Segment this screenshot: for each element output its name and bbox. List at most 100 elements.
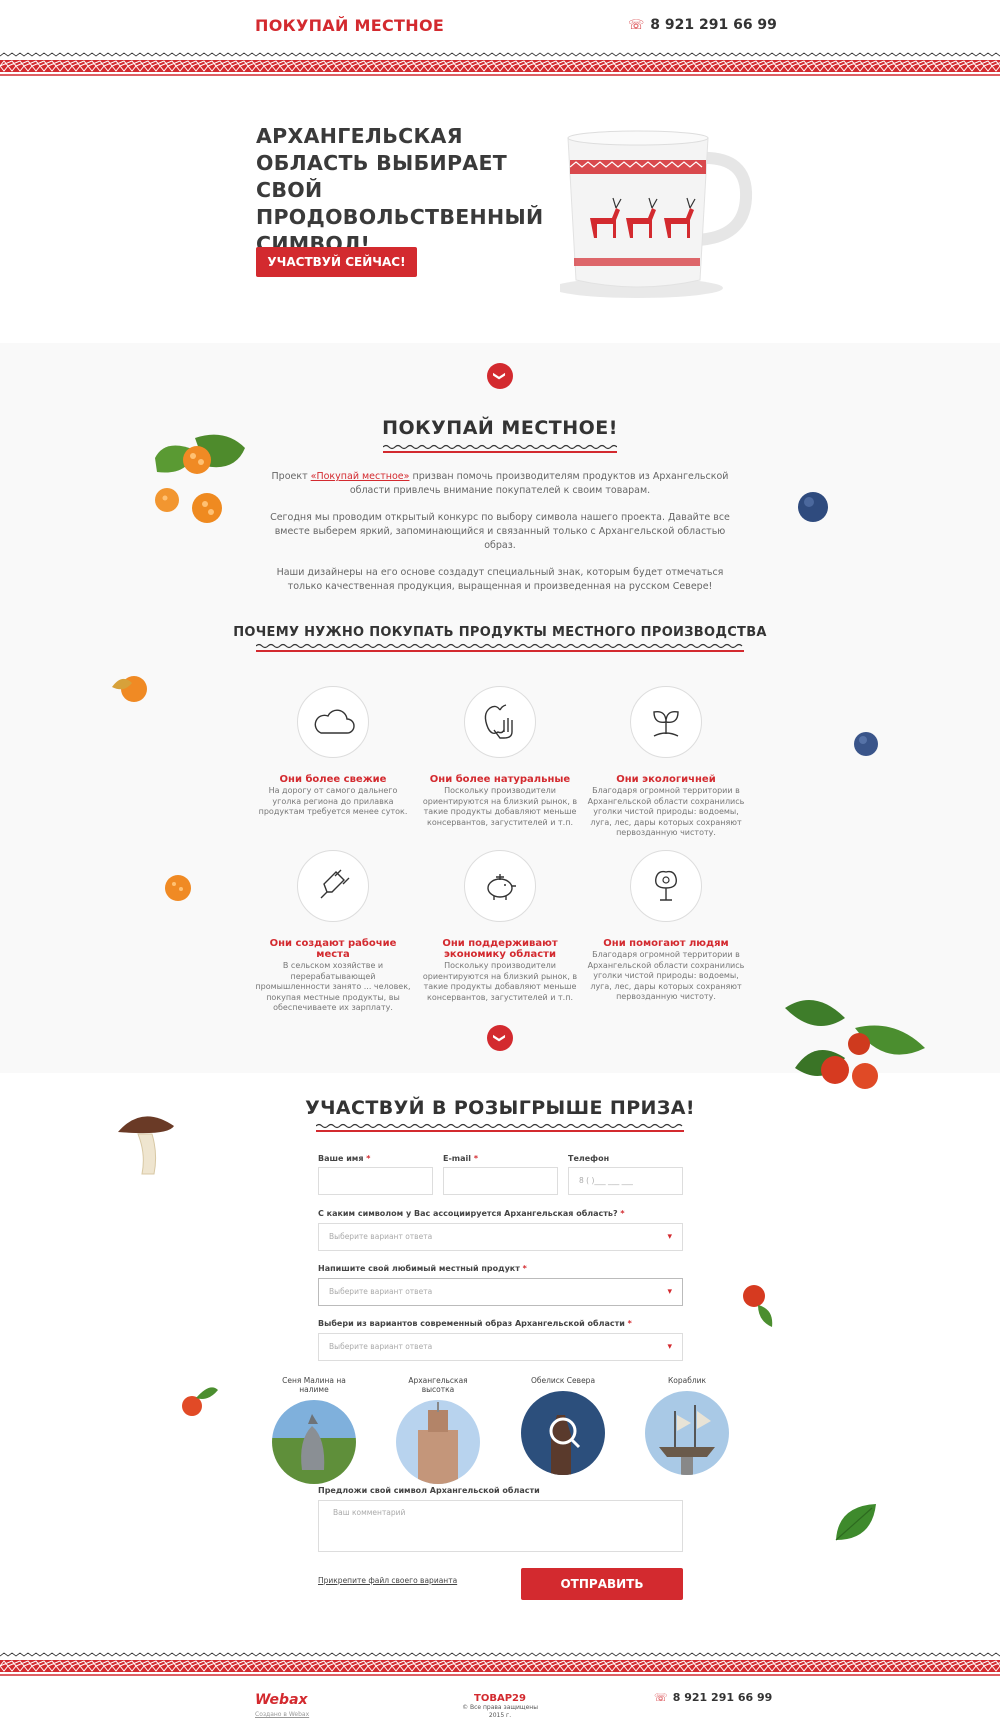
select-placeholder: Выберите вариант ответа: [329, 1232, 433, 1241]
feature-jobs: Они создают рабочие места В сельском хоз…: [253, 850, 413, 1014]
feature-title: Они более свежие: [279, 774, 387, 785]
form-title: УЧАСТВУЙ В РОЗЫГРЫШЕ ПРИЗА!: [305, 1097, 695, 1119]
hero-section: АРХАНГЕЛЬСКАЯ ОБЛАСТЬ ВЫБИРАЕТ СВОЙ ПРОД…: [0, 78, 1000, 343]
required-mark: *: [620, 1209, 625, 1218]
phone-input[interactable]: 8 ( )___ ___ ___: [568, 1167, 683, 1195]
feature-eco: Они экологичней Благодаря огромной терри…: [586, 686, 746, 839]
header-phone[interactable]: ☏ 8 921 291 66 99: [628, 17, 777, 33]
chevron-down-icon: ▾: [667, 1342, 672, 1352]
webax-logo[interactable]: Webax: [255, 1692, 308, 1708]
about-p1-pre: Проект: [271, 471, 311, 482]
feature-title: Они поддерживают экономику области: [442, 938, 558, 960]
symbol-select[interactable]: Выберите вариант ответа ▾: [318, 1223, 683, 1251]
feature-natural: Они более натуральные Поскольку производ…: [420, 686, 580, 828]
name-input[interactable]: [318, 1167, 433, 1195]
option-label: Сеня Малина на налиме: [282, 1376, 346, 1394]
rosehip-leaf-image: [182, 1387, 218, 1416]
chevron-down-icon: ❯: [493, 1032, 507, 1044]
option-senya[interactable]: Сеня Малина на налиме: [269, 1376, 359, 1484]
feature-title: Они создают рабочие места: [269, 938, 397, 960]
ornament-top: [0, 52, 1000, 78]
hero-title: АРХАНГЕЛЬСКАЯ ОБЛАСТЬ ВЫБИРАЕТ СВОЙ ПРОД…: [256, 124, 544, 256]
about-paragraph-2: Сегодня мы проводим открытый конкурс по …: [270, 512, 730, 551]
option-label: Кораблик: [667, 1376, 707, 1385]
option-korablik[interactable]: Кораблик: [642, 1376, 732, 1475]
sprout-icon: [630, 686, 702, 758]
footer-rights: © Все права защищены: [462, 1704, 538, 1711]
feature-text: Благодаря огромной территории в Архангел…: [587, 950, 745, 1001]
feature-title: Они помогают людям: [603, 938, 729, 949]
submit-button[interactable]: ОТПРАВИТЬ: [521, 1568, 683, 1600]
about-text: Проект «Покупай местное» призван помочь …: [265, 470, 735, 607]
feature-fresh: Они более свежие На дорогу от самого дал…: [253, 686, 413, 818]
tree-people-icon: [630, 850, 702, 922]
q2-label-text: Напишите свой любимый местный продукт: [318, 1264, 520, 1273]
q2-label: Напишите свой любимый местный продукт *: [318, 1264, 527, 1273]
option-photo[interactable]: [272, 1400, 356, 1484]
feature-economy: Они поддерживают экономику области Поско…: [420, 850, 580, 1003]
email-label: E-mail *: [443, 1154, 478, 1163]
footer-phone[interactable]: ☏ 8 921 291 66 99: [654, 1691, 772, 1704]
scroll-down-button[interactable]: ❯: [487, 363, 513, 389]
phone-icon: ☏: [654, 1691, 668, 1704]
piggy-bank-icon: [464, 850, 536, 922]
q3-label-text: Выбери из вариантов современный образ Ар…: [318, 1319, 625, 1328]
option-label: Обелиск Севера: [530, 1376, 596, 1385]
blueberry-small-image: [854, 732, 878, 756]
comment-textarea[interactable]: Ваш комментарий: [318, 1500, 683, 1552]
footer-title: ТОВАР29: [474, 1693, 526, 1704]
site-logo[interactable]: ПОКУПАЙ МЕСТНОЕ: [255, 16, 444, 35]
about-paragraph-3: Наши дизайнеры на его основе создадут сп…: [276, 567, 724, 592]
ornament-pattern: [0, 52, 1000, 76]
feature-text: В сельском хозяйстве и перерабатывающей …: [255, 961, 411, 1012]
select-placeholder: Выберите вариант ответа: [329, 1287, 433, 1296]
form-title-underline: [316, 1123, 684, 1132]
chevron-down-icon: ❯: [493, 370, 507, 382]
mushroom-image: [118, 1116, 174, 1175]
email-label-text: E-mail: [443, 1154, 472, 1163]
plug-icon: [297, 850, 369, 922]
feature-text: На дорогу от самого дальнего уголка реги…: [258, 786, 408, 816]
option-obelisk[interactable]: Обелиск Севера: [518, 1376, 608, 1475]
why-title: ПОЧЕМУ НУЖНО ПОКУПАТЬ ПРОДУКТЫ МЕСТНОГО …: [233, 625, 767, 640]
q3-label: Выбери из вариантов современный образ Ар…: [318, 1319, 632, 1328]
option-vysotka[interactable]: Архангельская высотка: [393, 1376, 483, 1484]
option-photo[interactable]: [645, 1391, 729, 1475]
select-placeholder: Выберите вариант ответа: [329, 1342, 433, 1351]
feature-text: Благодаря огромной территории в Архангел…: [587, 786, 745, 837]
required-mark: *: [366, 1154, 371, 1163]
header-phone-number: 8 921 291 66 99: [650, 17, 777, 33]
cloudberry-small-image: [112, 676, 147, 702]
cloud-icon: [297, 686, 369, 758]
leaf-image: [835, 1504, 876, 1541]
cloudberry-image: [155, 434, 245, 523]
webax-credit-link[interactable]: Создано в Webax: [255, 1711, 309, 1718]
blueberry-image: [798, 492, 828, 522]
option-photo[interactable]: [396, 1400, 480, 1484]
cloudberry-tiny-image: [165, 875, 191, 901]
name-label-text: Ваше имя: [318, 1154, 364, 1163]
title-underline: [383, 444, 617, 453]
footer-year: 2015 г.: [488, 1712, 512, 1719]
product-select[interactable]: Выберите вариант ответа ▾: [318, 1278, 683, 1306]
phone-label: Телефон: [568, 1154, 610, 1163]
project-link[interactable]: «Покупай местное»: [311, 471, 410, 482]
option-photo[interactable]: [521, 1391, 605, 1475]
mug-image: [560, 130, 753, 298]
feature-text: Поскольку производители ориентируются на…: [422, 786, 578, 827]
apple-hand-icon: [464, 686, 536, 758]
attach-file-link[interactable]: Прикрепите файл своего варианта: [318, 1576, 457, 1585]
phone-icon: ☏: [628, 18, 645, 33]
participate-button[interactable]: УЧАСТВУЙ СЕЙЧАС!: [256, 247, 417, 277]
image-select[interactable]: Выберите вариант ответа ▾: [318, 1333, 683, 1361]
about-paragraph-1: Проект «Покупай местное» призван помочь …: [265, 470, 735, 498]
feature-people: Они помогают людям Благодаря огромной те…: [586, 850, 746, 1003]
feature-text: Поскольку производители ориентируются на…: [422, 961, 578, 1002]
feature-title: Они экологичней: [616, 774, 716, 785]
why-title-underline: [256, 643, 744, 652]
required-mark: *: [627, 1319, 632, 1328]
name-label: Ваше имя *: [318, 1154, 370, 1163]
chevron-down-icon: ▾: [667, 1232, 672, 1242]
scroll-down-button-2[interactable]: ❯: [487, 1025, 513, 1051]
email-input[interactable]: [443, 1167, 558, 1195]
